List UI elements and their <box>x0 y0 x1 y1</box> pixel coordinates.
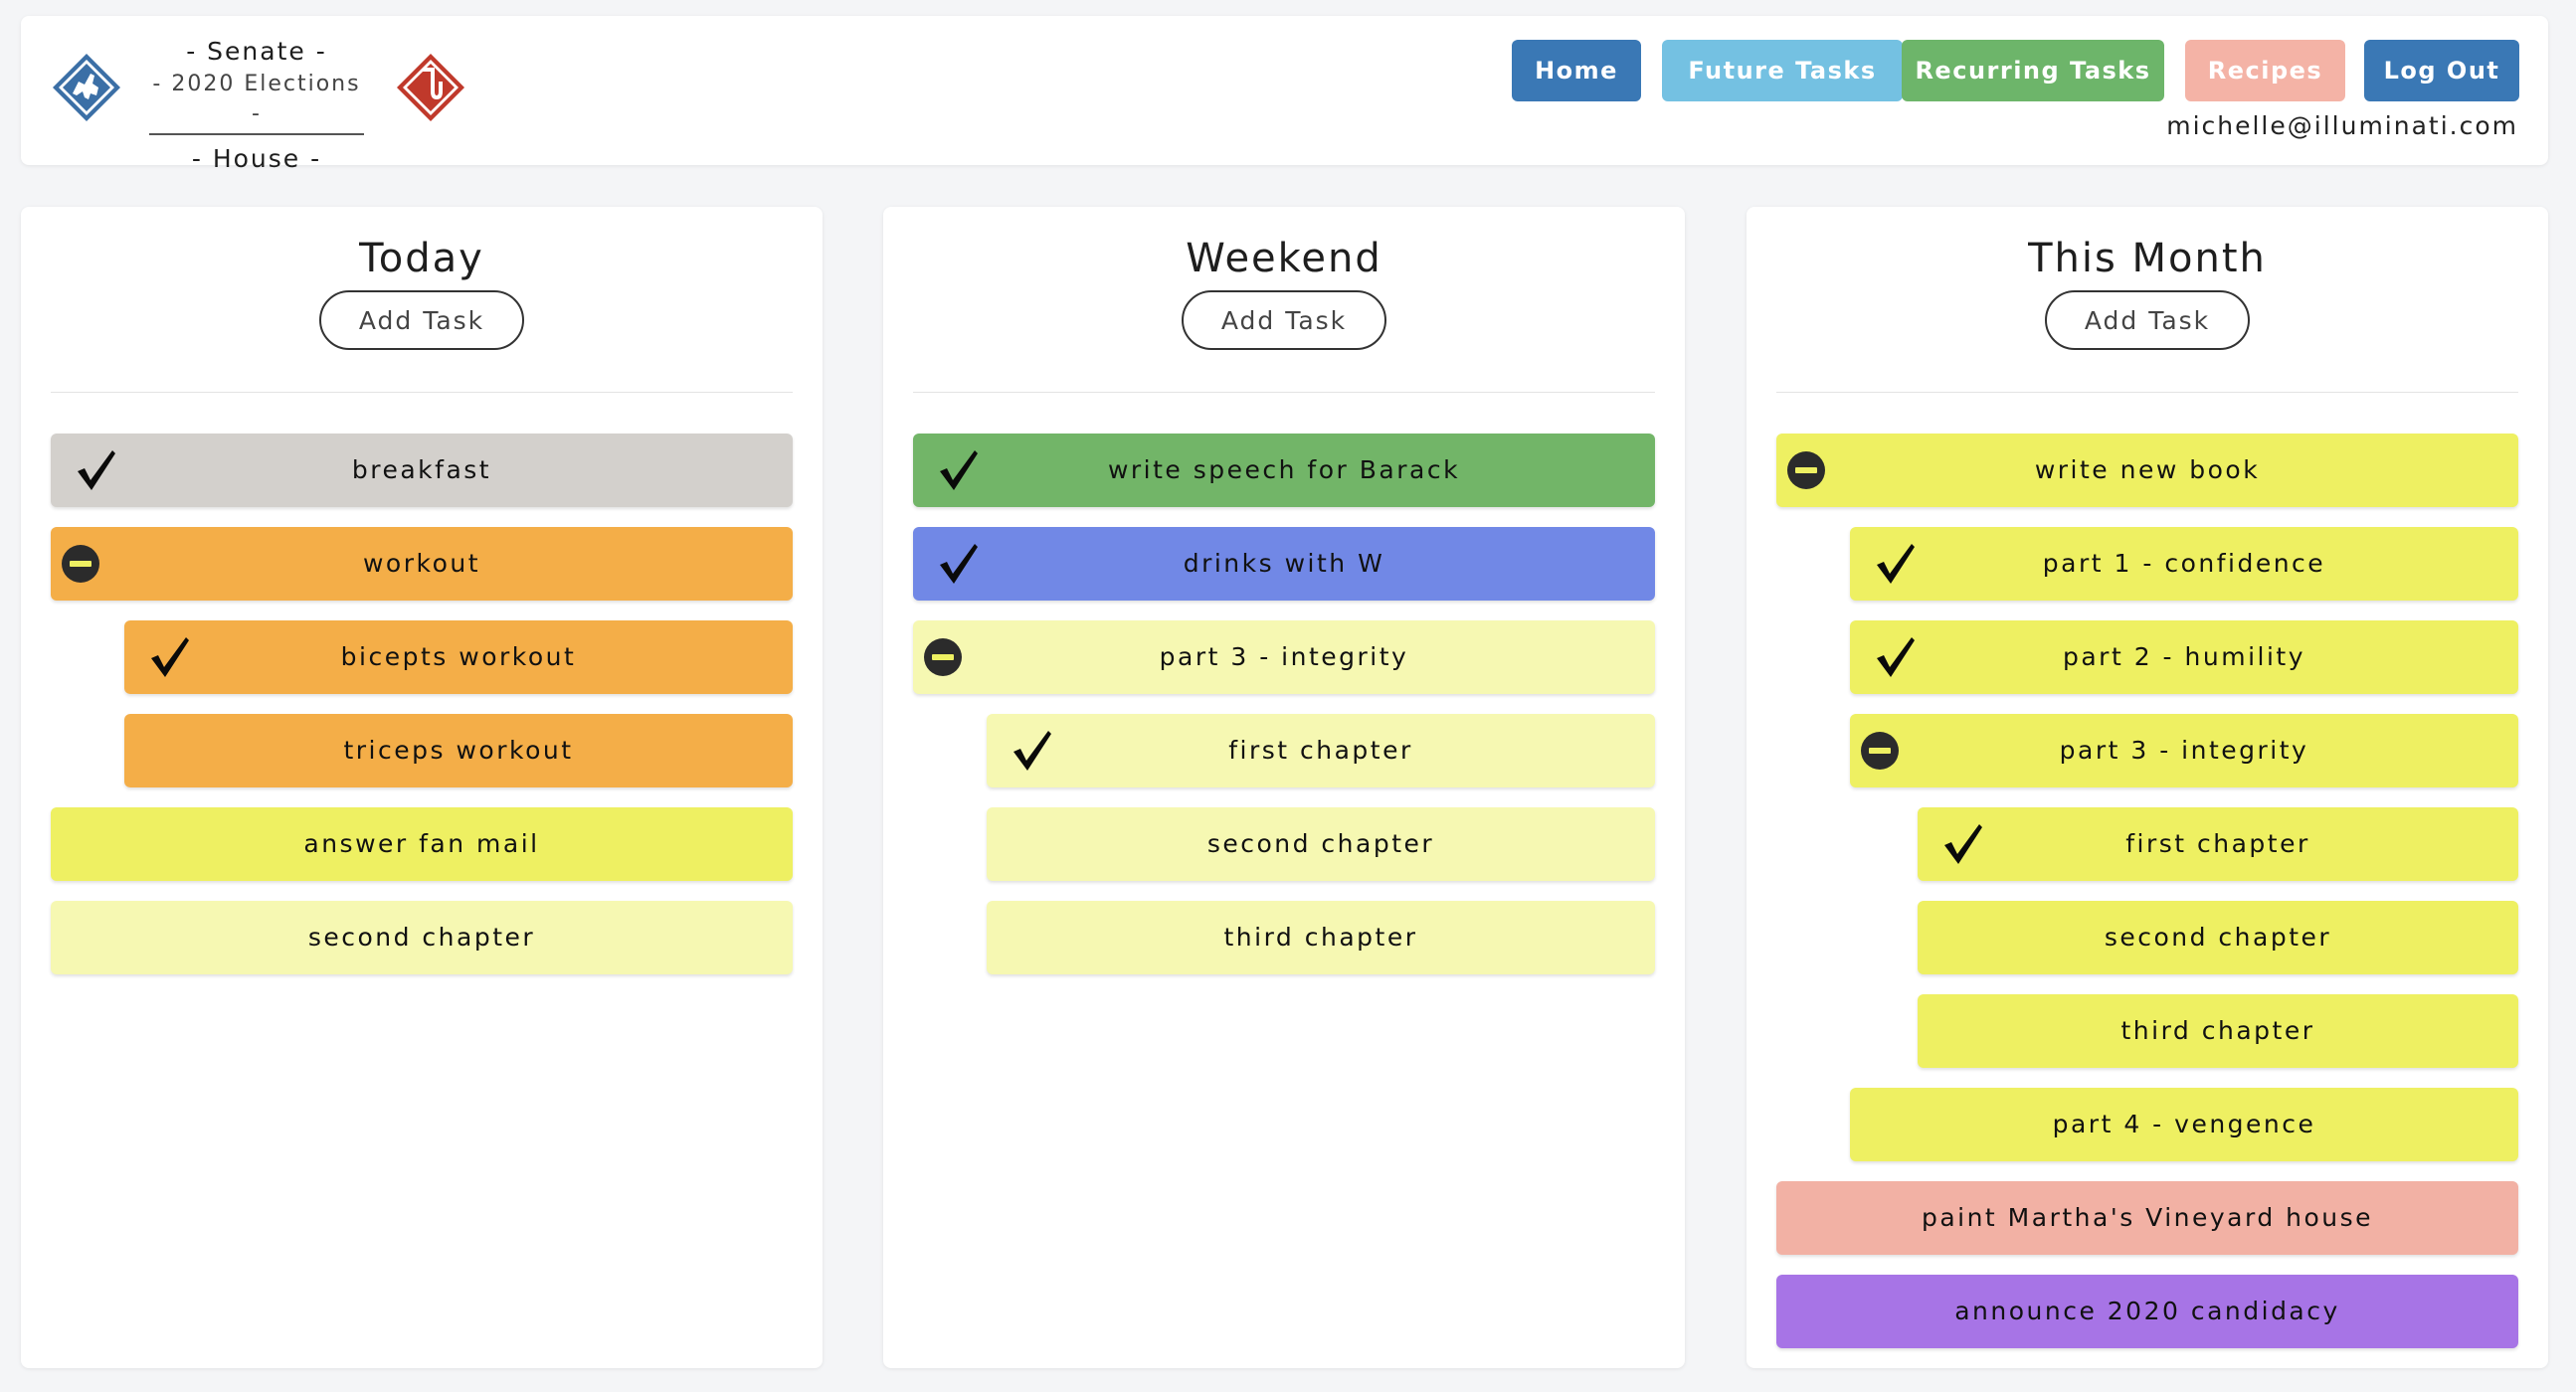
column-this-month: This Month Add Task write new book part 1… <box>1747 207 2548 1368</box>
task-item[interactable]: second chapter <box>987 807 1655 881</box>
task-item[interactable]: breakfast <box>51 434 793 507</box>
add-task-button[interactable]: Add Task <box>1182 290 1386 350</box>
task-item[interactable]: second chapter <box>51 901 793 974</box>
task-label: part 4 - vengence <box>2052 1110 2316 1138</box>
log-out-button[interactable]: Log Out <box>2364 40 2519 101</box>
home-button[interactable]: Home <box>1512 40 1641 101</box>
task-item[interactable]: first chapter <box>987 714 1655 787</box>
task-item[interactable]: part 3 - integrity <box>913 620 1655 694</box>
task-label: announce 2020 candidacy <box>1954 1297 2340 1325</box>
task-label: second chapter <box>307 923 536 952</box>
task-label: first chapter <box>1228 736 1413 765</box>
democrat-donkey-logo[interactable] <box>51 52 122 123</box>
task-item[interactable]: triceps workout <box>124 714 793 787</box>
task-label: breakfast <box>351 455 492 484</box>
task-label: paint Martha's Vineyard house <box>1921 1203 2374 1232</box>
task-label: part 1 - confidence <box>2042 549 2326 578</box>
task-label: drinks with W <box>1183 549 1385 578</box>
task-item[interactable]: bicepts workout <box>124 620 793 694</box>
user-email: michelle@illuminati.com <box>2166 111 2518 140</box>
column-divider <box>913 392 1655 393</box>
task-item[interactable]: third chapter <box>1918 994 2518 1068</box>
task-item[interactable]: announce 2020 candidacy <box>1776 1275 2518 1348</box>
task-item[interactable]: drinks with W <box>913 527 1655 601</box>
task-label: second chapter <box>1206 829 1435 858</box>
future-tasks-button[interactable]: Future Tasks <box>1662 40 1903 101</box>
task-label: triceps workout <box>343 736 574 765</box>
recipes-button[interactable]: Recipes <box>2185 40 2345 101</box>
column-weekend: Weekend Add Task write speech for Barack… <box>883 207 1685 1368</box>
task-item[interactable]: write speech for Barack <box>913 434 1655 507</box>
column-divider <box>1776 392 2518 393</box>
column-today: Today Add Task breakfast workout bicepts w… <box>21 207 823 1368</box>
task-item[interactable]: write new book <box>1776 434 2518 507</box>
add-task-button[interactable]: Add Task <box>319 290 524 350</box>
add-task-button[interactable]: Add Task <box>2045 290 2250 350</box>
task-label: part 2 - humility <box>2062 642 2305 671</box>
task-item[interactable]: first chapter <box>1918 807 2518 881</box>
republican-elephant-logo[interactable] <box>395 52 466 123</box>
column-title: Weekend <box>1186 236 1382 281</box>
task-label: third chapter <box>2120 1016 2315 1045</box>
task-label: write speech for Barack <box>1107 455 1461 484</box>
task-item[interactable]: third chapter <box>987 901 1655 974</box>
column-divider <box>51 392 793 393</box>
task-label: first chapter <box>2125 829 2310 858</box>
task-label: bicepts workout <box>340 642 577 671</box>
task-item[interactable]: second chapter <box>1918 901 2518 974</box>
senate-link[interactable]: - Senate - <box>146 34 367 70</box>
recurring-tasks-button[interactable]: Recurring Tasks <box>1902 40 2164 101</box>
task-item[interactable]: paint Martha's Vineyard house <box>1776 1181 2518 1255</box>
task-label: workout <box>362 549 481 578</box>
column-title: This Month <box>2028 236 2267 281</box>
task-item[interactable]: answer fan mail <box>51 807 793 881</box>
top-header: - Senate - - 2020 Elections - - House - … <box>21 16 2548 173</box>
column-title: Today <box>359 236 484 281</box>
house-link[interactable]: - House - <box>146 139 367 179</box>
task-label: write new book <box>2034 455 2261 484</box>
task-label: third chapter <box>1223 923 1418 952</box>
task-label: answer fan mail <box>303 829 540 858</box>
task-item[interactable]: workout <box>51 527 793 601</box>
task-item[interactable]: part 3 - integrity <box>1850 714 2518 787</box>
elections-title: - 2020 Elections - <box>152 72 361 126</box>
task-item[interactable]: part 4 - vengence <box>1850 1088 2518 1161</box>
task-label: second chapter <box>2104 923 2332 952</box>
election-links: - Senate - - 2020 Elections - - House - <box>146 34 367 179</box>
center-divider <box>149 133 364 135</box>
task-label: part 3 - integrity <box>2059 736 2309 765</box>
task-label: part 3 - integrity <box>1159 642 1409 671</box>
task-item[interactable]: part 1 - confidence <box>1850 527 2518 601</box>
task-item[interactable]: part 2 - humility <box>1850 620 2518 694</box>
